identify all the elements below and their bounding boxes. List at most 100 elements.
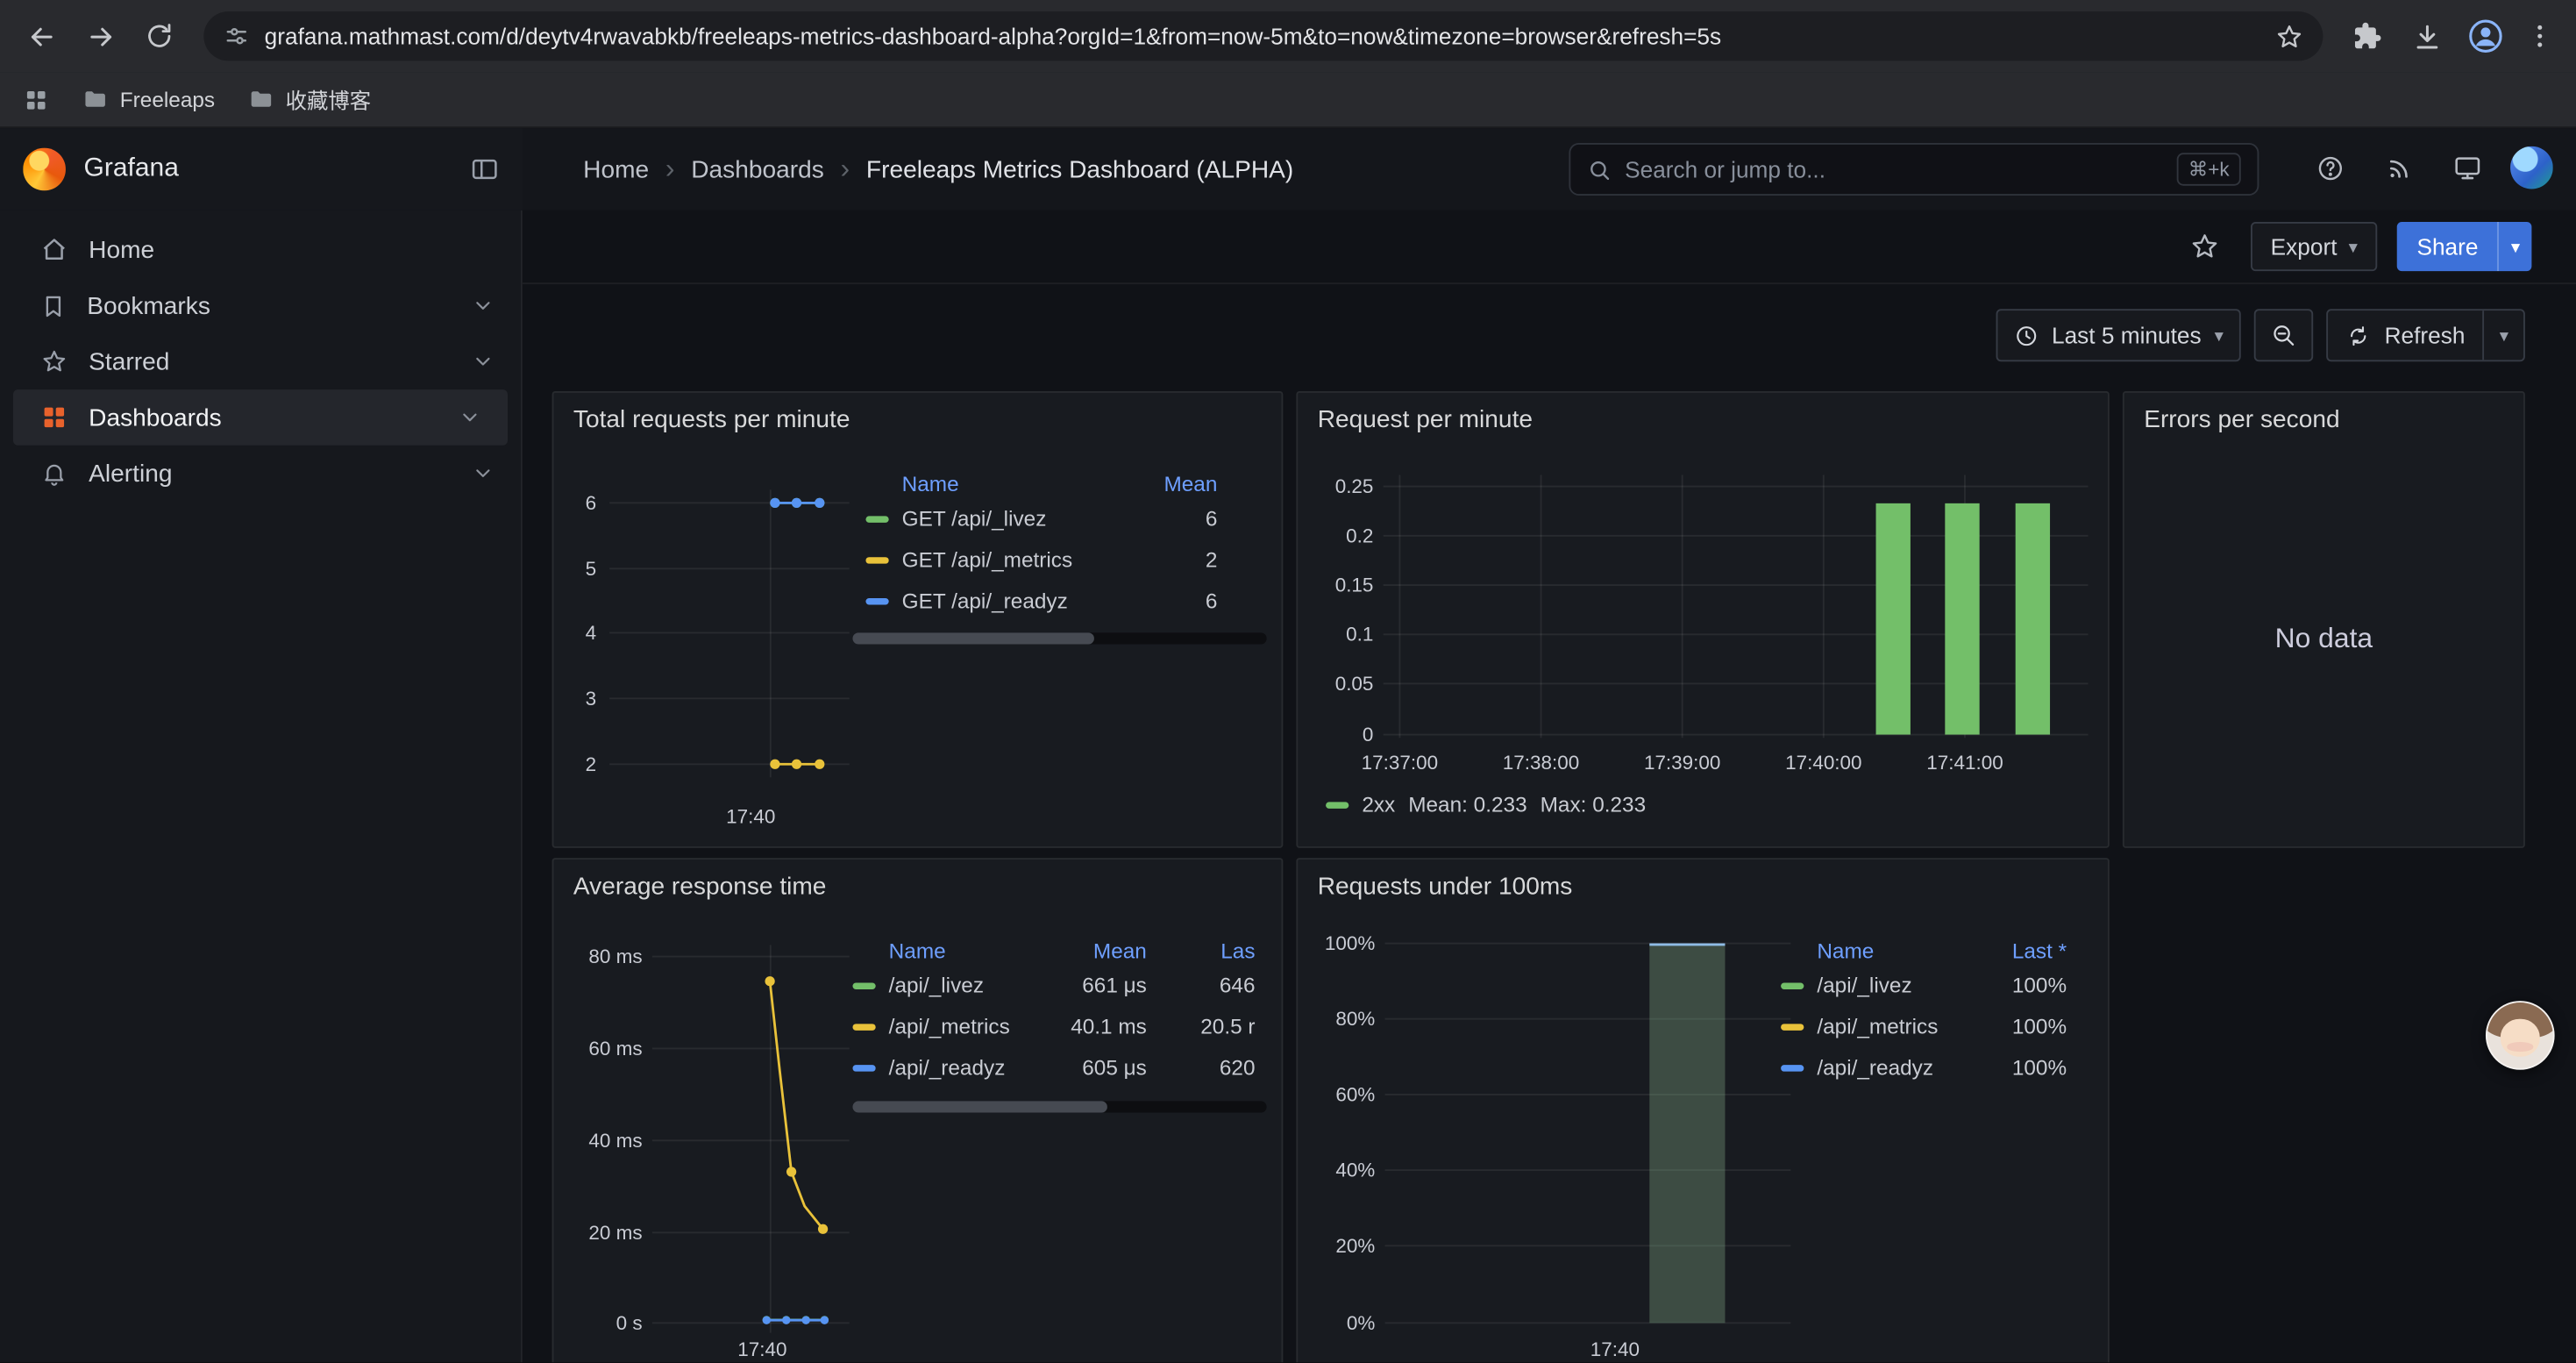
scrollbar-thumb[interactable] xyxy=(852,1101,1107,1112)
zoom-out-button[interactable] xyxy=(2255,309,2314,361)
series-dash xyxy=(1781,1064,1804,1070)
series-dash xyxy=(1781,1023,1804,1029)
time-range-picker[interactable]: Last 5 minutes ▾ xyxy=(1996,309,2241,361)
grafana-header: Grafana Home › Dashboards › Freeleaps Me… xyxy=(0,128,2576,211)
dashboard-main: Export ▾ Share ▾ Last 5 minutes ▾ xyxy=(523,211,2576,1362)
export-button[interactable]: Export ▾ xyxy=(2251,222,2377,271)
site-settings-icon[interactable] xyxy=(224,23,250,49)
time-controls: Last 5 minutes ▾ Refresh ▾ xyxy=(1996,309,2525,361)
legend-header-name[interactable]: Name xyxy=(1817,938,1874,962)
svg-text:17:38:00: 17:38:00 xyxy=(1503,752,1579,774)
user-avatar[interactable] xyxy=(2510,146,2553,189)
chevron-down-icon: ▾ xyxy=(2215,325,2224,346)
bell-icon xyxy=(41,460,68,487)
grafana-logo[interactable] xyxy=(23,148,66,191)
avatar-blush xyxy=(2507,1042,2533,1051)
legend-header-last[interactable]: Last * xyxy=(2012,938,2067,962)
panel-total-requests: Total requests per minute 6543217:40 Nam… xyxy=(552,391,1284,848)
svg-text:17:40: 17:40 xyxy=(726,806,775,828)
svg-text:100%: 100% xyxy=(1325,932,1375,954)
series-dash xyxy=(865,556,888,562)
sidebar-item-home[interactable]: Home xyxy=(0,222,521,278)
sidebar-toggle-icon[interactable] xyxy=(470,154,500,184)
refresh-button[interactable]: Refresh ▾ xyxy=(2327,309,2525,361)
svg-text:17:37:00: 17:37:00 xyxy=(1362,752,1438,774)
search-box[interactable]: ⌘+k xyxy=(1569,143,2259,196)
legend: Name Mean GET /api/_livez 6 GET /api/_me… xyxy=(852,468,1217,621)
brand-name: Grafana xyxy=(84,154,179,184)
sidebar-item-starred[interactable]: Starred xyxy=(0,333,521,389)
share-button[interactable]: Share ▾ xyxy=(2397,222,2531,271)
svg-text:40%: 40% xyxy=(1335,1160,1375,1181)
legend-header-mean[interactable]: Mean xyxy=(1043,938,1147,962)
reload-icon[interactable] xyxy=(132,8,188,64)
bookmarks-bar: Freeleaps 收藏博客 xyxy=(0,72,2576,128)
legend-row[interactable]: /api/_livez 100% xyxy=(1781,965,2067,1006)
refresh-interval-dropdown[interactable]: ▾ xyxy=(2483,310,2523,360)
series-dash xyxy=(1326,801,1348,807)
chevron-down-icon: ▾ xyxy=(2349,236,2358,257)
sidebar-item-alerting[interactable]: Alerting xyxy=(0,446,521,502)
legend-row[interactable]: /api/_readyz 100% xyxy=(1781,1047,2067,1088)
series-dash xyxy=(852,1064,875,1070)
legend-header-name[interactable]: Name xyxy=(902,471,959,496)
legend-row[interactable]: /api/_metrics 40.1 ms 20.5 r xyxy=(852,1006,1266,1047)
legend-row[interactable]: GET /api/_readyz 6 xyxy=(852,580,1217,621)
chevron-down-icon: ▾ xyxy=(2511,236,2520,257)
chevron-down-icon[interactable] xyxy=(459,406,481,429)
breadcrumb-home[interactable]: Home xyxy=(583,155,649,183)
svg-text:17:39:00: 17:39:00 xyxy=(1644,752,1720,774)
grafana-header-left: Grafana xyxy=(0,128,523,211)
chevron-down-icon[interactable] xyxy=(472,350,495,373)
sidebar-item-dashboards[interactable]: Dashboards xyxy=(13,389,508,446)
legend-header-mean[interactable]: Mean xyxy=(1163,471,1217,496)
svg-text:40 ms: 40 ms xyxy=(588,1130,642,1152)
search-input[interactable] xyxy=(1625,156,2177,182)
chevron-right-icon: › xyxy=(665,153,675,185)
legend-row[interactable]: /api/_livez 661 μs 646 xyxy=(852,965,1266,1006)
profile-avatar-icon[interactable] xyxy=(2458,8,2514,64)
legend-scrollbar[interactable] xyxy=(852,1101,1266,1112)
share-dropdown[interactable]: ▾ xyxy=(2498,222,2531,271)
forward-icon[interactable] xyxy=(72,8,128,64)
legend-header-last[interactable]: Las xyxy=(1160,938,1256,962)
panel-title[interactable]: Errors per second xyxy=(2144,406,2339,434)
svg-text:17:40: 17:40 xyxy=(1590,1338,1640,1360)
rss-icon[interactable] xyxy=(2373,141,2425,194)
address-bar[interactable] xyxy=(203,11,2323,61)
bookmark-star-icon[interactable] xyxy=(2275,22,2303,50)
zoom-out-icon xyxy=(2271,322,2297,348)
browser-menu-icon[interactable] xyxy=(2517,8,2563,64)
bookmark-folder[interactable]: Freeleaps xyxy=(82,86,215,112)
request-per-minute-chart[interactable]: 0.250.20.150.10.05017:37:0017:38:0017:39… xyxy=(1298,393,2108,846)
svg-text:0.15: 0.15 xyxy=(1335,574,1374,596)
extensions-icon[interactable] xyxy=(2339,8,2395,64)
sidebar-item-bookmarks[interactable]: Bookmarks xyxy=(0,278,521,334)
downloads-icon[interactable] xyxy=(2399,8,2455,64)
svg-text:60 ms: 60 ms xyxy=(588,1038,642,1060)
legend-row[interactable]: /api/_metrics 100% xyxy=(1781,1006,2067,1047)
apps-grid-icon[interactable] xyxy=(23,86,49,112)
chevron-down-icon[interactable] xyxy=(472,294,495,317)
favorite-star-icon[interactable] xyxy=(2179,222,2231,271)
no-data-message: No data xyxy=(2124,623,2523,655)
svg-text:17:40: 17:40 xyxy=(737,1338,786,1360)
url-input[interactable] xyxy=(265,23,2275,49)
bookmark-folder[interactable]: 收藏博客 xyxy=(248,84,372,116)
monitor-icon[interactable] xyxy=(2441,141,2494,194)
scrollbar-thumb[interactable] xyxy=(852,632,1093,644)
assistant-avatar-overlay[interactable] xyxy=(2486,1001,2555,1070)
legend-row[interactable]: GET /api/_livez 6 xyxy=(852,498,1217,539)
help-icon[interactable] xyxy=(2303,141,2356,194)
bookmark-icon xyxy=(41,293,66,318)
chevron-down-icon[interactable] xyxy=(472,462,495,485)
legend-header-name[interactable]: Name xyxy=(889,938,1043,962)
back-icon[interactable] xyxy=(13,8,69,64)
breadcrumb-dashboards[interactable]: Dashboards xyxy=(691,155,824,183)
legend-row[interactable]: GET /api/_metrics 2 xyxy=(852,539,1217,581)
grafana-body: Home Bookmarks Starred Dashboards xyxy=(0,211,2576,1362)
legend-row[interactable]: /api/_readyz 605 μs 620 xyxy=(852,1047,1266,1088)
legend-scrollbar[interactable] xyxy=(852,632,1266,644)
legend[interactable]: 2xx Mean: 0.233 Max: 0.233 xyxy=(1326,792,1646,817)
series-dash xyxy=(852,982,875,988)
